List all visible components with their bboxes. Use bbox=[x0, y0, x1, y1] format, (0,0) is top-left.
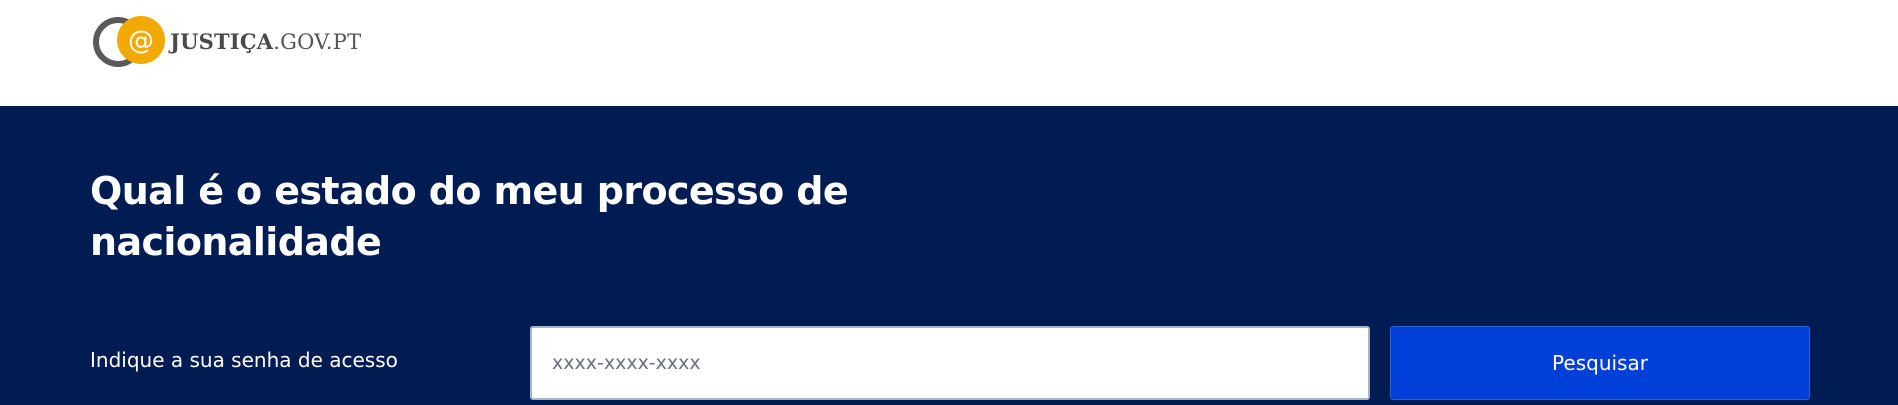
at-sign-logo-icon: @ bbox=[93, 16, 165, 67]
site-header: @ JUSTIÇA.GOV.PT bbox=[0, 0, 1898, 106]
access-code-label: Indique a sua senha de acesso bbox=[90, 348, 398, 372]
page-title: Qual é o estado do meu processo de nacio… bbox=[90, 169, 849, 264]
logo-text-bold: JUSTIÇA bbox=[170, 29, 274, 54]
justica-logo-link[interactable]: @ JUSTIÇA.GOV.PT bbox=[90, 14, 361, 70]
logo-wordmark: JUSTIÇA.GOV.PT bbox=[170, 31, 361, 53]
nationality-status-hero: Qual é o estado do meu processo de nacio… bbox=[0, 106, 1898, 405]
access-code-input[interactable] bbox=[530, 326, 1370, 400]
svg-text:@: @ bbox=[128, 26, 154, 56]
search-button[interactable]: Pesquisar bbox=[1390, 326, 1810, 400]
logo-text-domain: .GOV.PT bbox=[273, 30, 362, 54]
